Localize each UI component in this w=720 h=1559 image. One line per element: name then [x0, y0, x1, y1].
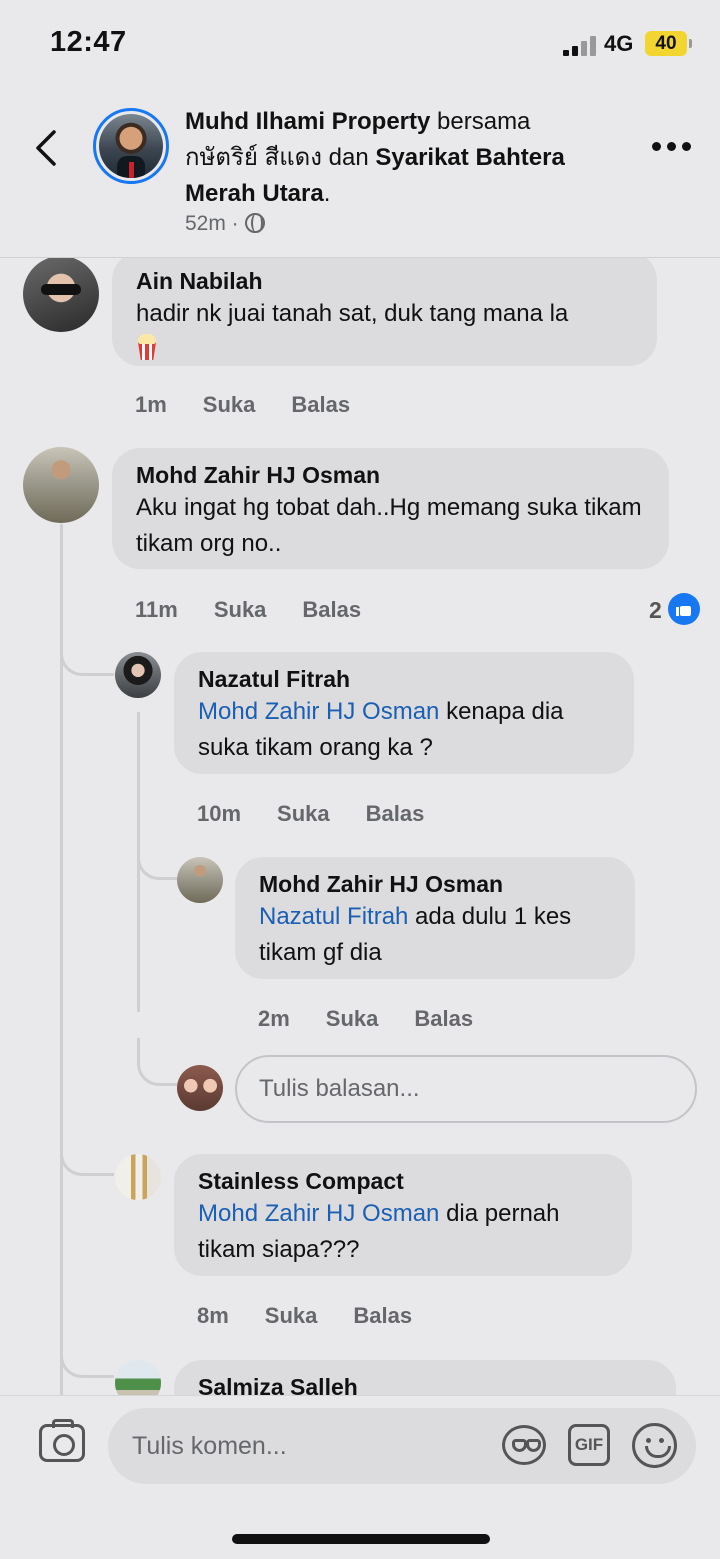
comment-composer: Tulis komen... GIF: [0, 1395, 720, 1559]
reply-bubble[interactable]: Salmiza Salleh: [174, 1360, 676, 1395]
network-type: 4G: [604, 31, 634, 56]
user-avatar: [177, 1065, 223, 1111]
like-button[interactable]: Suka: [203, 392, 256, 418]
globe-icon: [244, 213, 265, 233]
signal-icon: [563, 36, 599, 56]
thread-connector: [60, 1336, 114, 1378]
reaction-number: 2: [649, 597, 662, 623]
comment-text: hadir nk juai tanah sat, duk tang mana l…: [136, 300, 569, 327]
gif-icon[interactable]: GIF: [568, 1424, 610, 1466]
battery-icon: 40: [645, 31, 692, 56]
comment-actions: 8m Suka Balas: [197, 1303, 448, 1329]
post-title: Muhd Ilhami Property bersama กษัตริย์ สี…: [185, 104, 625, 212]
comment-bubble[interactable]: Mohd Zahir HJ Osman Aku ingat hg tobat d…: [112, 448, 669, 569]
reply-button[interactable]: Balas: [414, 1006, 473, 1032]
status-time: 12:47: [50, 26, 127, 58]
post-header: Muhd Ilhami Property bersama กษัตริย์ สี…: [0, 90, 720, 258]
commenter-name[interactable]: Salmiza Salleh: [198, 1372, 652, 1395]
thread-connector: [60, 628, 114, 676]
reply-button[interactable]: Balas: [353, 1303, 412, 1329]
reply-bubble[interactable]: Mohd Zahir HJ Osman Nazatul Fitrah ada d…: [235, 857, 635, 979]
comment-actions: 2m Suka Balas: [258, 1006, 509, 1032]
reply-button[interactable]: Balas: [302, 597, 361, 623]
popcorn-icon: [136, 333, 158, 361]
post-time: 52m ·: [185, 212, 239, 235]
comment-actions: 1m Suka Balas: [135, 392, 386, 418]
comment-bubble[interactable]: Ain Nabilah hadir nk juai tanah sat, duk…: [112, 258, 657, 366]
like-icon: [667, 593, 700, 625]
avatar[interactable]: [115, 1360, 161, 1395]
avatar[interactable]: [115, 652, 161, 698]
camera-icon[interactable]: [39, 1419, 85, 1462]
commenter-name[interactable]: Ain Nabilah: [136, 266, 633, 296]
mention-link[interactable]: Mohd Zahir HJ Osman: [198, 698, 439, 725]
commenter-name[interactable]: Nazatul Fitrah: [198, 664, 610, 694]
post-meta: 52m ·: [185, 212, 265, 236]
reply-button[interactable]: Balas: [366, 801, 425, 827]
avatar[interactable]: [177, 857, 223, 903]
and-text: dan: [328, 144, 369, 171]
thread-connector: [137, 1038, 177, 1086]
more-options-icon[interactable]: [652, 142, 692, 154]
author-avatar[interactable]: [93, 108, 169, 184]
thread-connector: [60, 1134, 114, 1176]
mention-link[interactable]: Nazatul Fitrah: [259, 903, 408, 930]
avatar[interactable]: [23, 447, 99, 523]
commenter-name[interactable]: Mohd Zahir HJ Osman: [259, 869, 611, 899]
reaction-count[interactable]: 2: [649, 593, 700, 625]
back-arrow-icon[interactable]: [30, 128, 62, 168]
like-button[interactable]: Suka: [277, 801, 330, 827]
status-bar: 12:47 4G 40: [0, 0, 720, 90]
avatar[interactable]: [115, 1154, 161, 1200]
thread-connector: [137, 836, 177, 880]
mention-link[interactable]: Mohd Zahir HJ Osman: [198, 1200, 439, 1227]
period-text: .: [323, 180, 331, 207]
comment-time: 10m: [197, 801, 242, 826]
author-name[interactable]: Muhd Ilhami Property: [185, 108, 430, 135]
like-button[interactable]: Suka: [326, 1006, 379, 1032]
reply-input[interactable]: Tulis balasan...: [235, 1055, 697, 1123]
emoji-icon[interactable]: [632, 1423, 677, 1468]
tag-person[interactable]: กษัตริย์ สีแดง: [185, 144, 322, 171]
commenter-name[interactable]: Mohd Zahir HJ Osman: [136, 460, 645, 490]
sticker-icon[interactable]: [502, 1425, 546, 1465]
like-button[interactable]: Suka: [214, 597, 267, 623]
reply-button[interactable]: Balas: [291, 392, 350, 418]
comment-time: 1m: [135, 392, 167, 417]
comment-text: Aku ingat hg tobat dah..Hg memang suka t…: [136, 494, 642, 557]
home-indicator[interactable]: [232, 1534, 490, 1544]
with-text: bersama: [437, 108, 531, 135]
reply-bubble[interactable]: Nazatul Fitrah Mohd Zahir HJ Osman kenap…: [174, 652, 634, 774]
commenter-name[interactable]: Stainless Compact: [198, 1166, 608, 1196]
reply-bubble[interactable]: Stainless Compact Mohd Zahir HJ Osman di…: [174, 1154, 632, 1276]
comment-feed[interactable]: Ain Nabilah hadir nk juai tanah sat, duk…: [0, 258, 720, 1395]
comment-actions: 10m Suka Balas: [197, 801, 460, 827]
comment-actions: 11m Suka Balas: [135, 597, 397, 623]
comment-time: 8m: [197, 1303, 229, 1328]
like-button[interactable]: Suka: [265, 1303, 318, 1329]
avatar[interactable]: [23, 258, 99, 332]
comment-time: 11m: [135, 597, 178, 622]
comment-time: 2m: [258, 1006, 290, 1031]
